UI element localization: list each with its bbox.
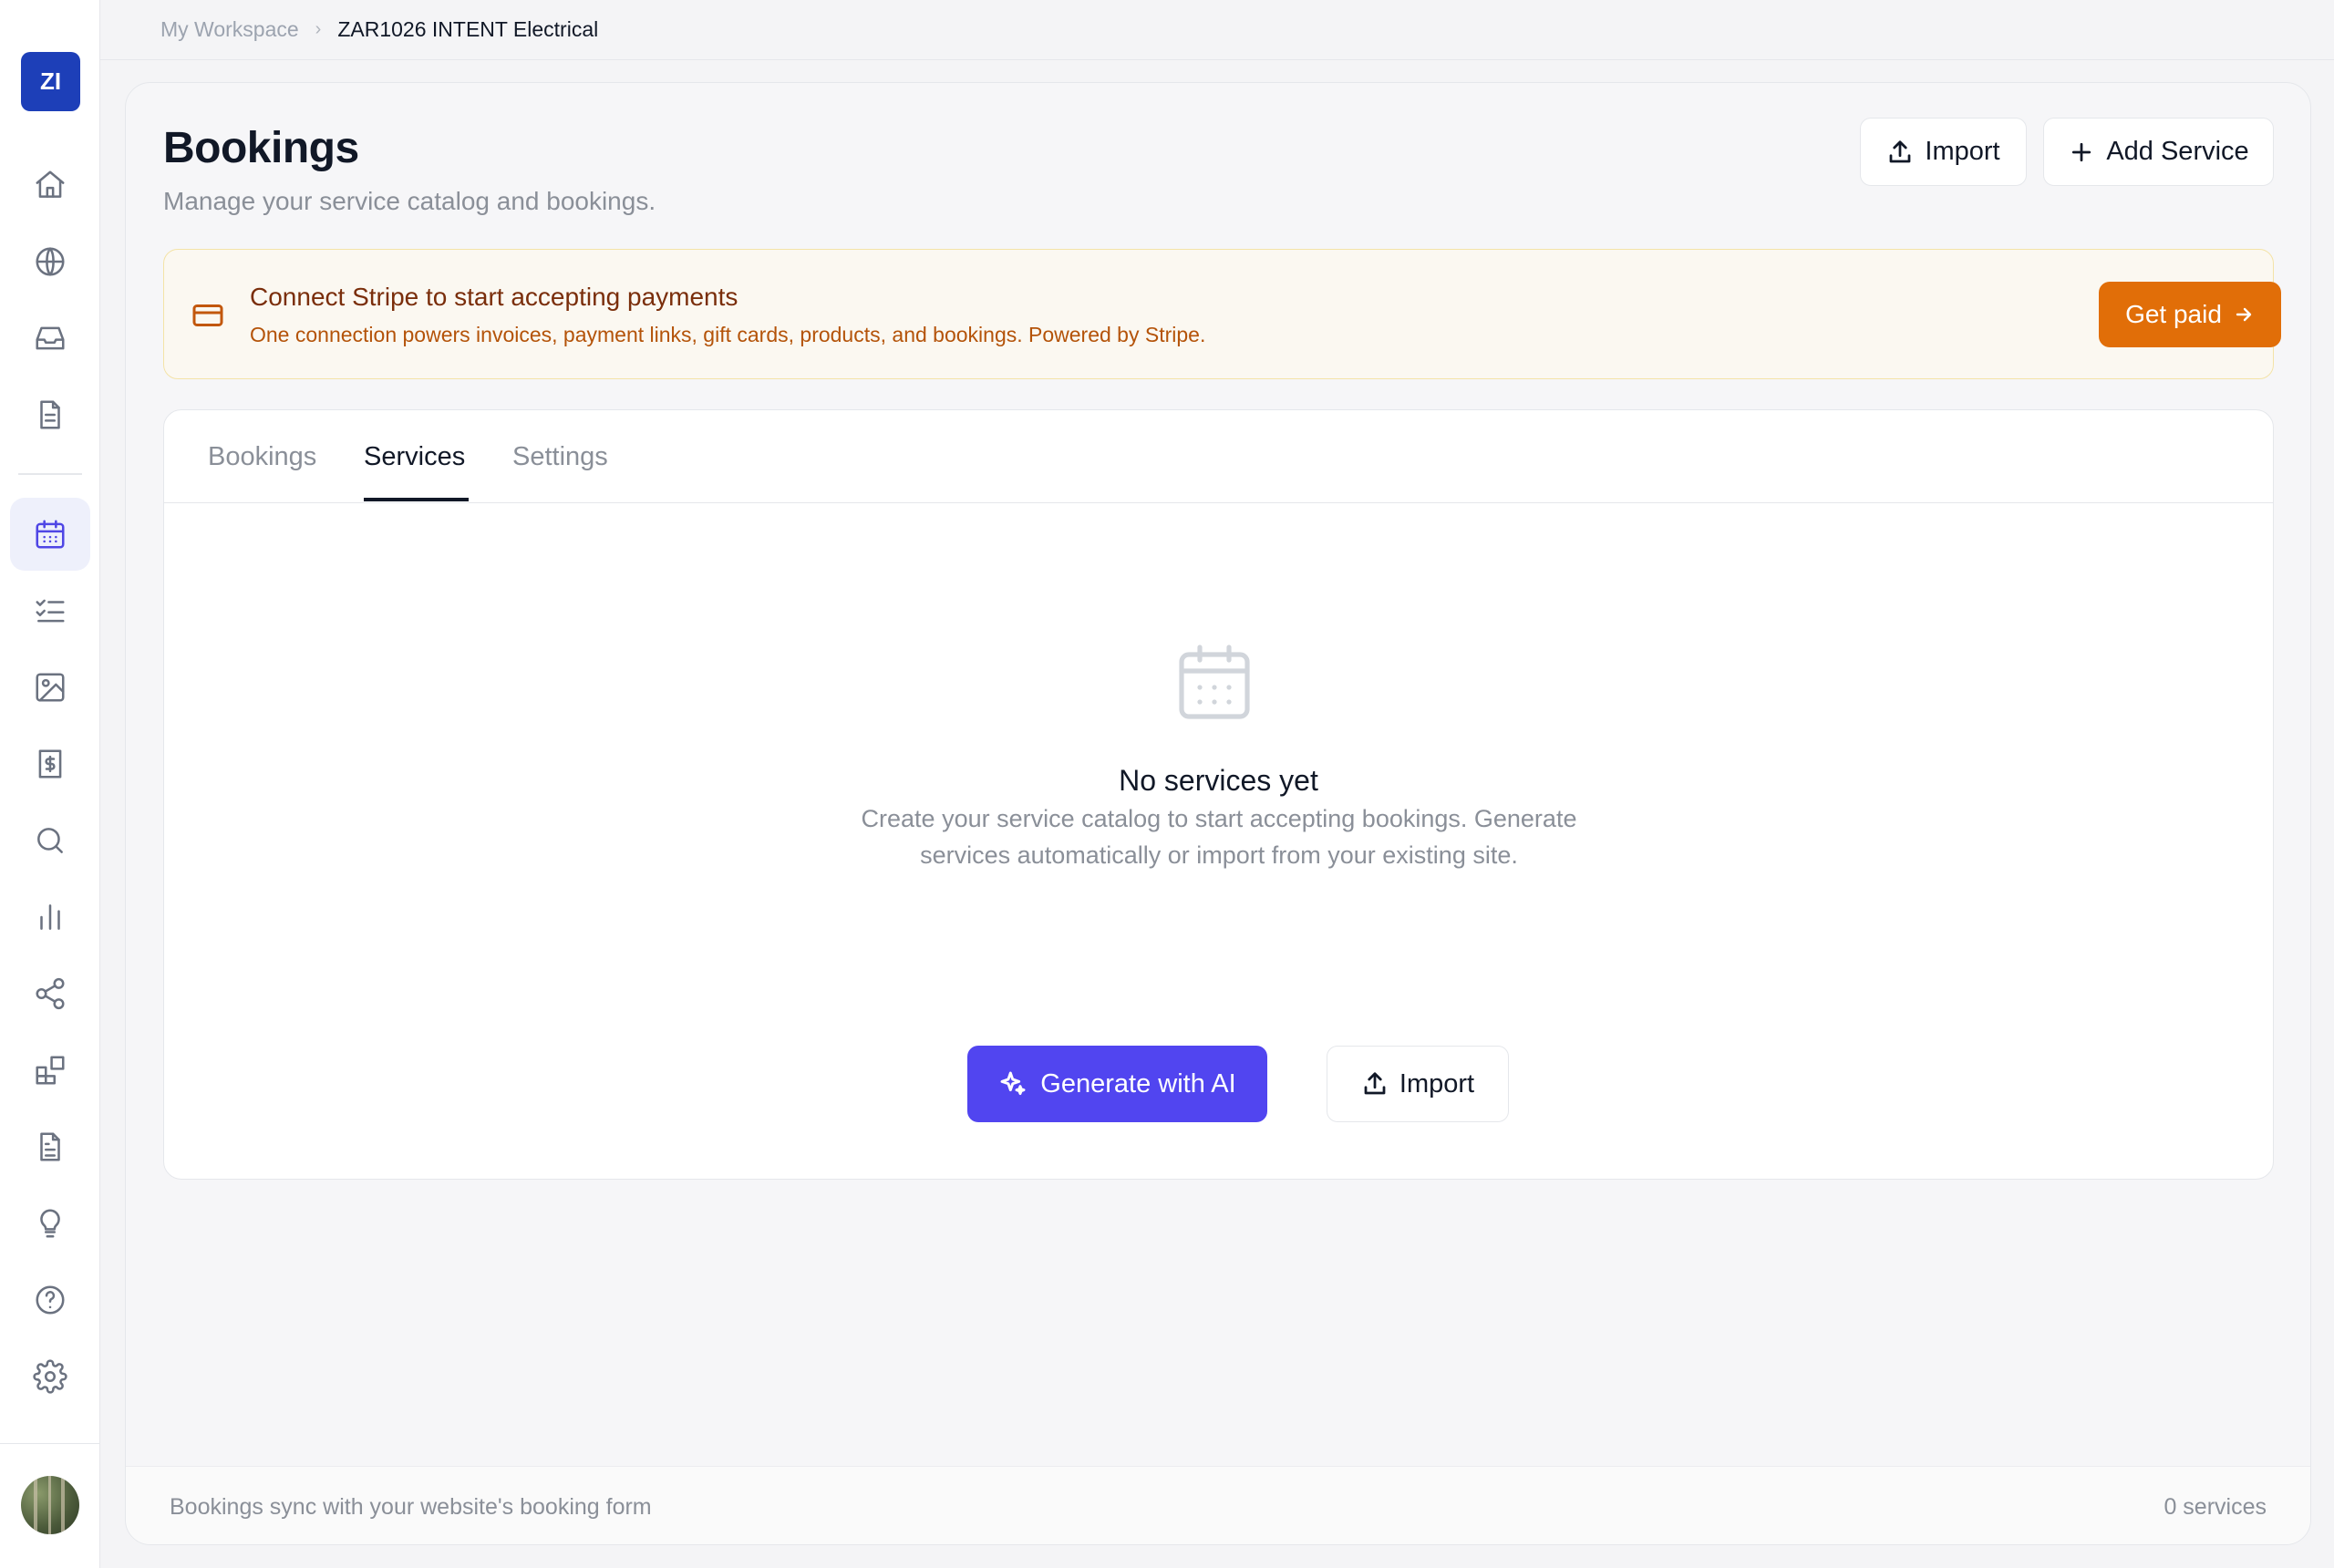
active-tab-indicator: [364, 498, 469, 501]
user-avatar[interactable]: [21, 1476, 79, 1534]
credit-card-icon: [191, 299, 224, 332]
calendar-icon[interactable]: [10, 498, 90, 571]
empty-state-title: No services yet: [1119, 764, 1318, 797]
sidebar: ZI: [0, 0, 100, 1568]
banner-description: One connection powers invoices, payment …: [250, 323, 1206, 346]
main-content: Bookings Manage your service catalog and…: [125, 82, 2311, 1545]
image-icon[interactable]: [10, 651, 90, 724]
sidebar-divider: [18, 473, 82, 475]
page-title: Bookings: [163, 124, 359, 172]
breadcrumb-current: ZAR1026 INTENT Electrical: [337, 17, 599, 41]
blocks-icon[interactable]: [10, 1034, 90, 1107]
sparkles-icon: [1000, 1071, 1026, 1096]
add-service-button[interactable]: Add Service: [2043, 118, 2274, 186]
home-icon[interactable]: [10, 149, 90, 222]
tab-bookings[interactable]: Bookings: [208, 442, 316, 472]
chevron-right-icon: ›: [315, 19, 322, 39]
document-icon[interactable]: [10, 378, 90, 451]
breadcrumb-workspace-link[interactable]: My Workspace: [160, 17, 299, 42]
get-paid-button[interactable]: Get paid: [2099, 282, 2281, 347]
tab-services[interactable]: Services: [364, 442, 465, 472]
inbox-icon[interactable]: [10, 302, 90, 375]
import-button-label: Import: [1925, 137, 2000, 166]
services-panel: Bookings Services Settings No services y…: [163, 409, 2274, 1180]
upload-icon: [1364, 1072, 1386, 1095]
tab-settings[interactable]: Settings: [512, 442, 608, 472]
stripe-banner: Connect Stripe to start accepting paymen…: [163, 249, 2281, 379]
services-count: 0 services: [2164, 1494, 2267, 1520]
import-button[interactable]: Import: [1860, 118, 2027, 186]
search-icon[interactable]: [10, 804, 90, 877]
calendar-icon: [1178, 644, 1251, 720]
generate-with-ai-button[interactable]: Generate with AI: [967, 1046, 1267, 1122]
add-service-button-label: Add Service: [2106, 137, 2249, 166]
lightbulb-icon[interactable]: [10, 1187, 90, 1260]
empty-state-import-button[interactable]: Import: [1327, 1046, 1509, 1122]
plus-icon: [2072, 142, 2091, 161]
file-text-icon[interactable]: [10, 1110, 90, 1183]
arrow-right-icon: [2236, 307, 2252, 322]
workspace-logo[interactable]: ZI: [21, 52, 80, 111]
empty-state-description: Create your service catalog to start acc…: [861, 805, 1577, 869]
generate-with-ai-label: Generate with AI: [1040, 1068, 1236, 1099]
help-circle-icon[interactable]: [10, 1264, 90, 1336]
globe-icon[interactable]: [10, 225, 90, 298]
app-root: ZI My Workspace › ZAR1026 INTENT Electri…: [0, 0, 2334, 1568]
share-icon[interactable]: [10, 957, 90, 1030]
footer-sync-note: Bookings sync with your website's bookin…: [170, 1494, 652, 1520]
banner-title: Connect Stripe to start accepting paymen…: [250, 283, 738, 311]
empty-state-import-label: Import: [1399, 1068, 1475, 1099]
get-paid-button-label: Get paid: [2125, 300, 2222, 328]
checklist-icon[interactable]: [10, 574, 90, 647]
bar-chart-icon[interactable]: [10, 881, 90, 954]
footer-bar: Bookings sync with your website's bookin…: [126, 1466, 2310, 1544]
settings-gear-icon[interactable]: [10, 1340, 90, 1413]
sidebar-bottom-divider: [0, 1443, 100, 1444]
tab-bar: Bookings Services Settings: [164, 410, 2273, 503]
breadcrumb: My Workspace › ZAR1026 INTENT Electrical: [100, 0, 2334, 60]
upload-icon: [1890, 139, 1911, 162]
page-subtitle: Manage your service catalog and bookings…: [163, 187, 656, 215]
receipt-dollar-icon[interactable]: [10, 727, 90, 800]
